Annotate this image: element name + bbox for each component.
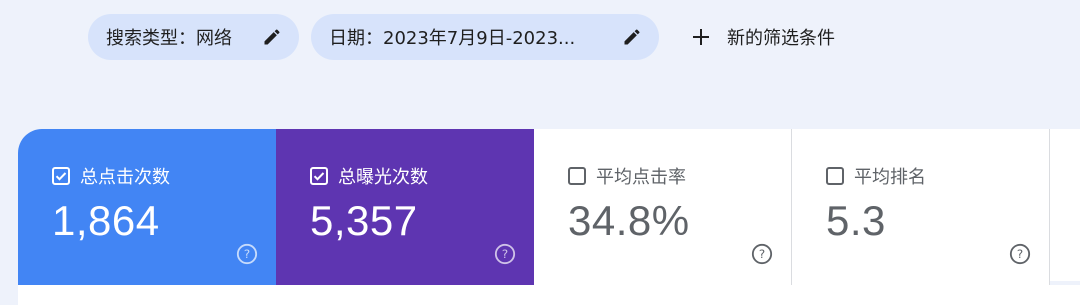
help-circle-icon[interactable]: ? [236, 243, 258, 265]
plus-icon [689, 25, 713, 49]
help-circle-icon[interactable]: ? [751, 243, 773, 265]
checkbox-checked-icon[interactable] [310, 167, 328, 185]
metric-card-average-ctr[interactable]: 平均点击率 34.8% ? [534, 129, 792, 305]
pencil-icon[interactable] [621, 26, 643, 48]
metric-label: 平均点击率 [596, 167, 686, 188]
checkbox-unchecked-icon[interactable] [568, 167, 586, 185]
metric-card-total-clicks[interactable]: 总点击次数 1,864 ? [18, 129, 276, 305]
metric-card-header: 总曝光次数 [310, 163, 428, 189]
metric-value: 5,357 [310, 197, 418, 244]
new-filter-button[interactable]: 新的筛选条件 [689, 14, 835, 60]
checkbox-checked-icon[interactable] [52, 167, 70, 185]
metric-label: 总点击次数 [80, 167, 170, 188]
search-type-filter-chip[interactable]: 搜索类型：网络 [88, 14, 299, 60]
metric-value: 1,864 [52, 197, 160, 244]
pencil-icon[interactable] [261, 26, 283, 48]
date-filter-chip[interactable]: 日期：2023年7月9日-2023... [311, 14, 659, 60]
metric-card-header: 总点击次数 [52, 163, 170, 189]
new-filter-label: 新的筛选条件 [727, 28, 835, 49]
metric-label: 平均排名 [854, 167, 926, 188]
search-type-filter-label: 搜索类型：网络 [106, 28, 232, 49]
help-circle-icon[interactable]: ? [494, 243, 516, 265]
metric-card-average-position[interactable]: 平均排名 5.3 ? [792, 129, 1050, 305]
metric-card-total-impressions[interactable]: 总曝光次数 5,357 ? [276, 129, 534, 305]
metric-value: 34.8% [568, 197, 690, 244]
date-filter-label: 日期：2023年7月9日-2023... [329, 28, 576, 49]
metric-label: 总曝光次数 [338, 167, 428, 188]
checkbox-unchecked-icon[interactable] [826, 167, 844, 185]
svg-text:?: ? [502, 247, 508, 261]
svg-text:?: ? [759, 247, 765, 261]
svg-text:?: ? [1017, 247, 1023, 261]
svg-text:?: ? [244, 247, 250, 261]
metric-card-header: 平均点击率 [568, 163, 686, 189]
filter-bar: 搜索类型：网络 日期：2023年7月9日-2023... 新的筛选条件 [88, 14, 835, 60]
chart-area-top [18, 285, 1080, 305]
metric-card-header: 平均排名 [826, 163, 926, 189]
metric-value: 5.3 [826, 197, 886, 244]
metric-card-partial [1050, 129, 1080, 281]
metric-cards: 总点击次数 1,864 ? 总曝光次数 5,357 ? 平均点击率 34.8% … [18, 129, 1080, 305]
help-circle-icon[interactable]: ? [1009, 243, 1031, 265]
